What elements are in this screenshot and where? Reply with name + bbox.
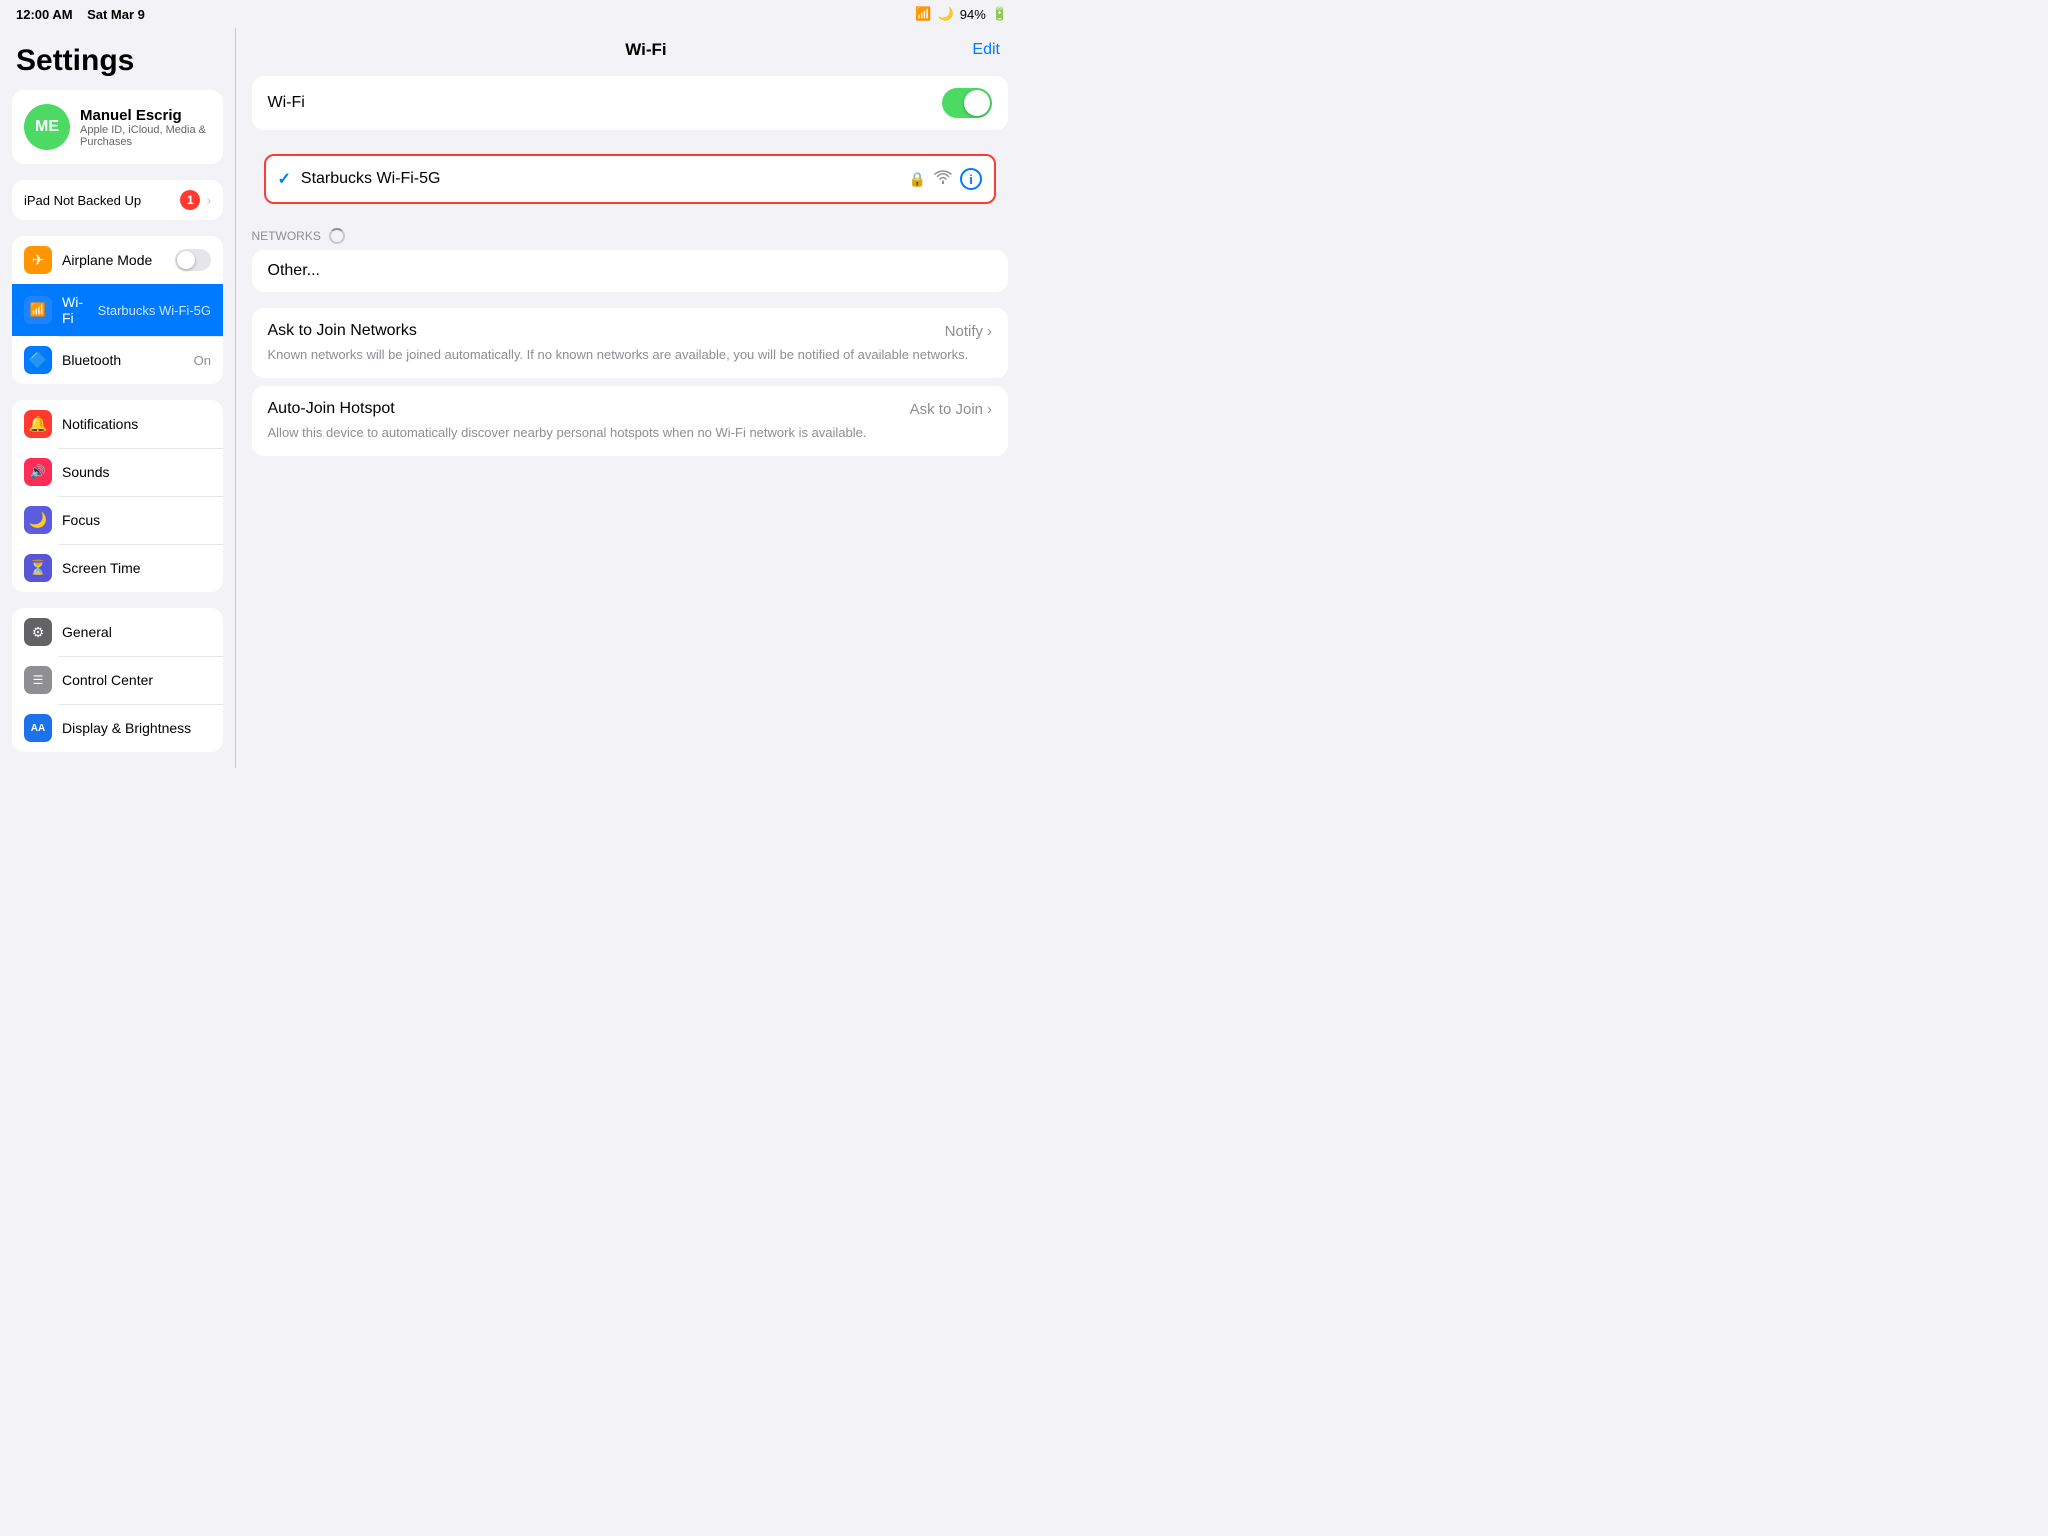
sidebar-title: Settings — [0, 28, 235, 90]
sidebar-item-bluetooth[interactable]: 🔷 Bluetooth On — [12, 336, 223, 384]
battery-percentage: 94% — [960, 7, 986, 22]
wifi-toggle[interactable] — [942, 88, 992, 118]
backup-text: iPad Not Backed Up — [24, 193, 141, 208]
profile-subtitle: Apple ID, iCloud, Media & Purchases — [80, 124, 211, 148]
lock-icon: 🔒 — [909, 171, 926, 188]
sounds-label: Sounds — [62, 464, 211, 480]
focus-icon: 🌙 — [24, 506, 52, 534]
auto-join-label: Auto-Join Hotspot — [268, 400, 395, 418]
ask-to-join-row: Ask to Join Networks Notify › — [268, 322, 993, 340]
connectivity-group: ✈ Airplane Mode 📶 Wi-Fi Starbucks Wi-Fi-… — [12, 236, 223, 384]
displaybrightness-icon: AA — [24, 714, 52, 742]
sidebar-item-sounds[interactable]: 🔊 Sounds — [12, 448, 223, 496]
backup-right: 1 › — [180, 190, 211, 210]
wifi-value: Starbucks Wi-Fi-5G — [98, 303, 211, 318]
sidebar-item-airplane[interactable]: ✈ Airplane Mode — [12, 236, 223, 284]
backup-chevron-icon: › — [206, 192, 211, 208]
network-icons: 🔒 i — [909, 168, 982, 190]
wifi-signal-icon — [934, 170, 952, 189]
content-title: Wi-Fi — [320, 40, 973, 60]
sidebar-item-focus[interactable]: 🌙 Focus — [12, 496, 223, 544]
connected-network-row[interactable]: ✓ Starbucks Wi-Fi-5G 🔒 i — [264, 154, 997, 204]
profile-info: Manuel Escrig Apple ID, iCloud, Media & … — [80, 107, 211, 148]
wifi-toggle-section: Wi-Fi — [252, 76, 1009, 130]
other-label: Other... — [268, 262, 320, 279]
bluetooth-label: Bluetooth — [62, 352, 184, 368]
general-group: ⚙ General ☰ Control Center AA Display & … — [12, 608, 223, 752]
ask-to-join-label: Ask to Join Networks — [268, 322, 417, 340]
sounds-icon: 🔊 — [24, 458, 52, 486]
notifications-icon: 🔔 — [24, 410, 52, 438]
networks-label: NETWORKS — [252, 229, 321, 243]
network-checkmark-icon: ✓ — [278, 169, 291, 189]
wifi-icon: 📶 — [24, 296, 52, 324]
airplane-toggle[interactable] — [175, 249, 211, 271]
profile-name: Manuel Escrig — [80, 107, 211, 124]
content-header: Wi-Fi Edit — [236, 28, 1025, 76]
network-name: Starbucks Wi-Fi-5G — [301, 170, 909, 188]
wifi-main-row: Wi-Fi — [252, 76, 1009, 130]
auto-join-chevron-icon: › — [987, 401, 992, 418]
sidebar-item-wifi[interactable]: 📶 Wi-Fi Starbucks Wi-Fi-5G — [12, 284, 223, 336]
network-info-button[interactable]: i — [960, 168, 982, 190]
ask-to-join-value: Notify › — [945, 323, 992, 340]
focus-label: Focus — [62, 512, 211, 528]
notifications-label: Notifications — [62, 416, 211, 432]
displaybrightness-label: Display & Brightness — [62, 720, 211, 736]
screentime-icon: ⏳ — [24, 554, 52, 582]
status-bar: 12:00 AM Sat Mar 9 📶 🌙 94% 🔋 — [0, 0, 1024, 28]
wifi-status-icon: 📶 — [915, 6, 931, 22]
screentime-label: Screen Time — [62, 560, 211, 576]
sidebar-item-screentime[interactable]: ⏳ Screen Time — [12, 544, 223, 592]
sidebar: Settings ME Manuel Escrig Apple ID, iClo… — [0, 28, 235, 768]
wifi-label: Wi-Fi — [62, 294, 88, 326]
sidebar-item-general[interactable]: ⚙ General — [12, 608, 223, 656]
airplane-icon: ✈ — [24, 246, 52, 274]
bluetooth-value: On — [194, 353, 211, 368]
edit-button[interactable]: Edit — [972, 41, 1000, 59]
networks-spinner — [329, 228, 345, 244]
wifi-main-label: Wi-Fi — [268, 94, 305, 112]
auto-join-row: Auto-Join Hotspot Ask to Join › — [268, 400, 993, 418]
ask-to-join-card[interactable]: Ask to Join Networks Notify › Known netw… — [252, 308, 1009, 378]
sidebar-item-displaybrightness[interactable]: AA Display & Brightness — [12, 704, 223, 752]
sidebar-item-controlcenter[interactable]: ☰ Control Center — [12, 656, 223, 704]
date: Sat Mar 9 — [87, 7, 145, 22]
notifications-group: 🔔 Notifications 🔊 Sounds 🌙 Focus ⏳ Scree… — [12, 400, 223, 592]
auto-join-value: Ask to Join › — [910, 401, 992, 418]
controlcenter-icon: ☰ — [24, 666, 52, 694]
controlcenter-label: Control Center — [62, 672, 211, 688]
auto-join-desc: Allow this device to automatically disco… — [268, 424, 993, 442]
moon-icon: 🌙 — [938, 6, 954, 22]
ask-to-join-chevron-icon: › — [987, 323, 992, 340]
avatar: ME — [24, 104, 70, 150]
profile-card[interactable]: ME Manuel Escrig Apple ID, iCloud, Media… — [12, 90, 223, 164]
airplane-label: Airplane Mode — [62, 252, 165, 268]
general-label: General — [62, 624, 211, 640]
content-area: Wi-Fi Edit Wi-Fi ✓ Starbucks Wi-Fi-5G 🔒 — [236, 28, 1025, 768]
other-network-row[interactable]: Other... — [252, 250, 1009, 292]
backup-warning[interactable]: iPad Not Backed Up 1 › — [12, 180, 223, 220]
backup-badge: 1 — [180, 190, 200, 210]
time: 12:00 AM — [16, 7, 73, 22]
ask-to-join-desc: Known networks will be joined automatica… — [268, 346, 993, 364]
bluetooth-icon: 🔷 — [24, 346, 52, 374]
general-icon: ⚙ — [24, 618, 52, 646]
networks-header: NETWORKS — [236, 212, 1025, 250]
sidebar-item-notifications[interactable]: 🔔 Notifications — [12, 400, 223, 448]
auto-join-card[interactable]: Auto-Join Hotspot Ask to Join › Allow th… — [252, 386, 1009, 456]
battery-icon: 🔋 — [992, 6, 1008, 22]
